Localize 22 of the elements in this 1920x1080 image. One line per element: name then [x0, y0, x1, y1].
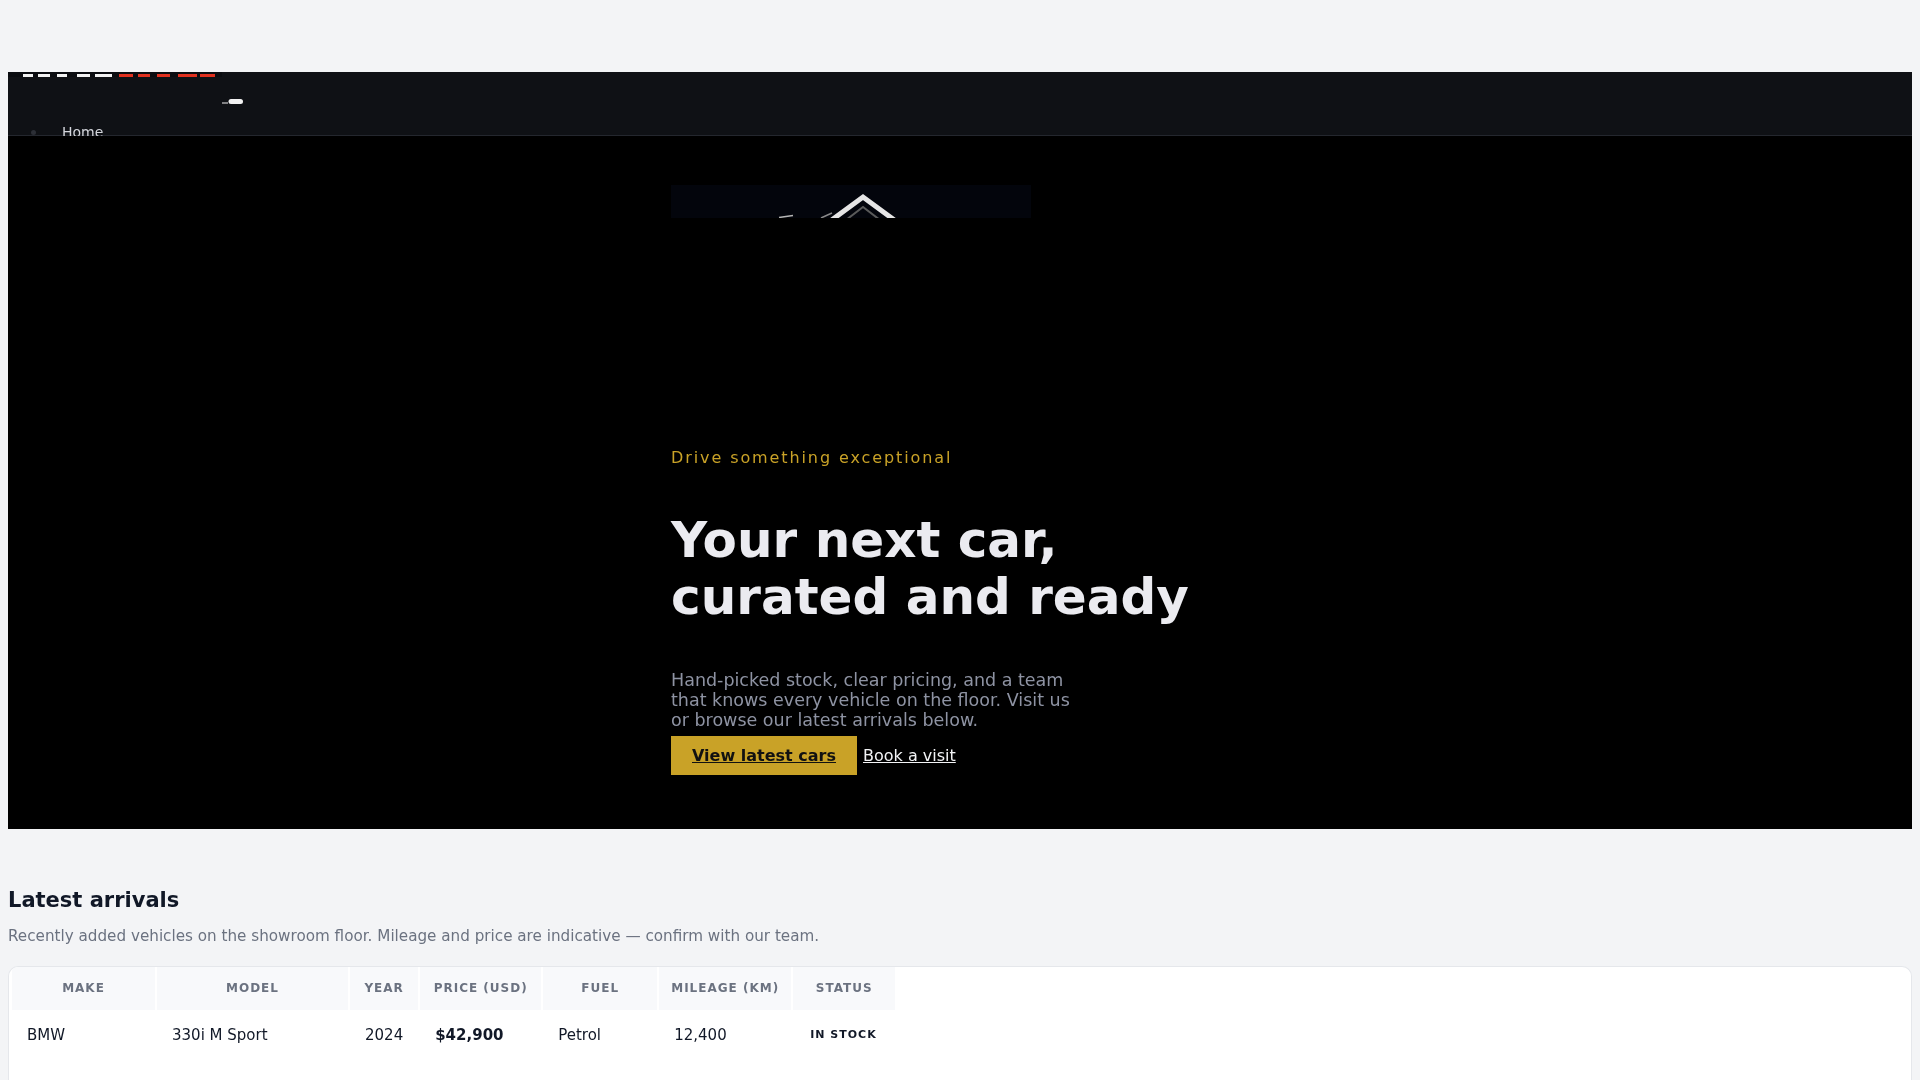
- table-cell-text: 12,400: [673, 1025, 728, 1046]
- table-cell-text: IN STOCK: [809, 1027, 878, 1043]
- table-cell-text: 330i M Sport: [171, 1025, 269, 1046]
- column-header: PRICE (USD): [420, 967, 542, 1010]
- table-cell-text: Petrol: [557, 1025, 602, 1046]
- column-header: MAKE: [12, 967, 155, 1010]
- view-cars-button[interactable]: View latest cars: [671, 736, 857, 775]
- hero-eyebrow: Drive something exceptional: [671, 449, 954, 467]
- section-heading: Latest arrivals: [8, 887, 181, 913]
- column-header: YEAR: [350, 967, 419, 1010]
- column-header: FUEL: [543, 967, 658, 1010]
- hero-heading: Your next car, curated and ready: [671, 512, 1190, 626]
- column-header: MODEL: [157, 967, 348, 1010]
- section-description: Recently added vehicles on the showroom floor. Mileage and price are indicative — confirm with our team.: [8, 927, 821, 945]
- dash-pill-icon: [222, 99, 243, 104]
- column-header: MILEAGE (KM): [659, 967, 792, 1010]
- table-cell-text: BMW: [26, 1025, 67, 1046]
- table-cell-text: 2024: [364, 1025, 405, 1046]
- hero-description: Hand-picked stock, clear pricing, and a team that knows every vehicle on the floor. Visit us or browse our latest arrivals below.: [671, 670, 1071, 730]
- book-visit-link[interactable]: Book a visit: [863, 746, 956, 765]
- column-header: STATUS: [793, 967, 896, 1010]
- table-cell-text: $42,900: [434, 1025, 505, 1046]
